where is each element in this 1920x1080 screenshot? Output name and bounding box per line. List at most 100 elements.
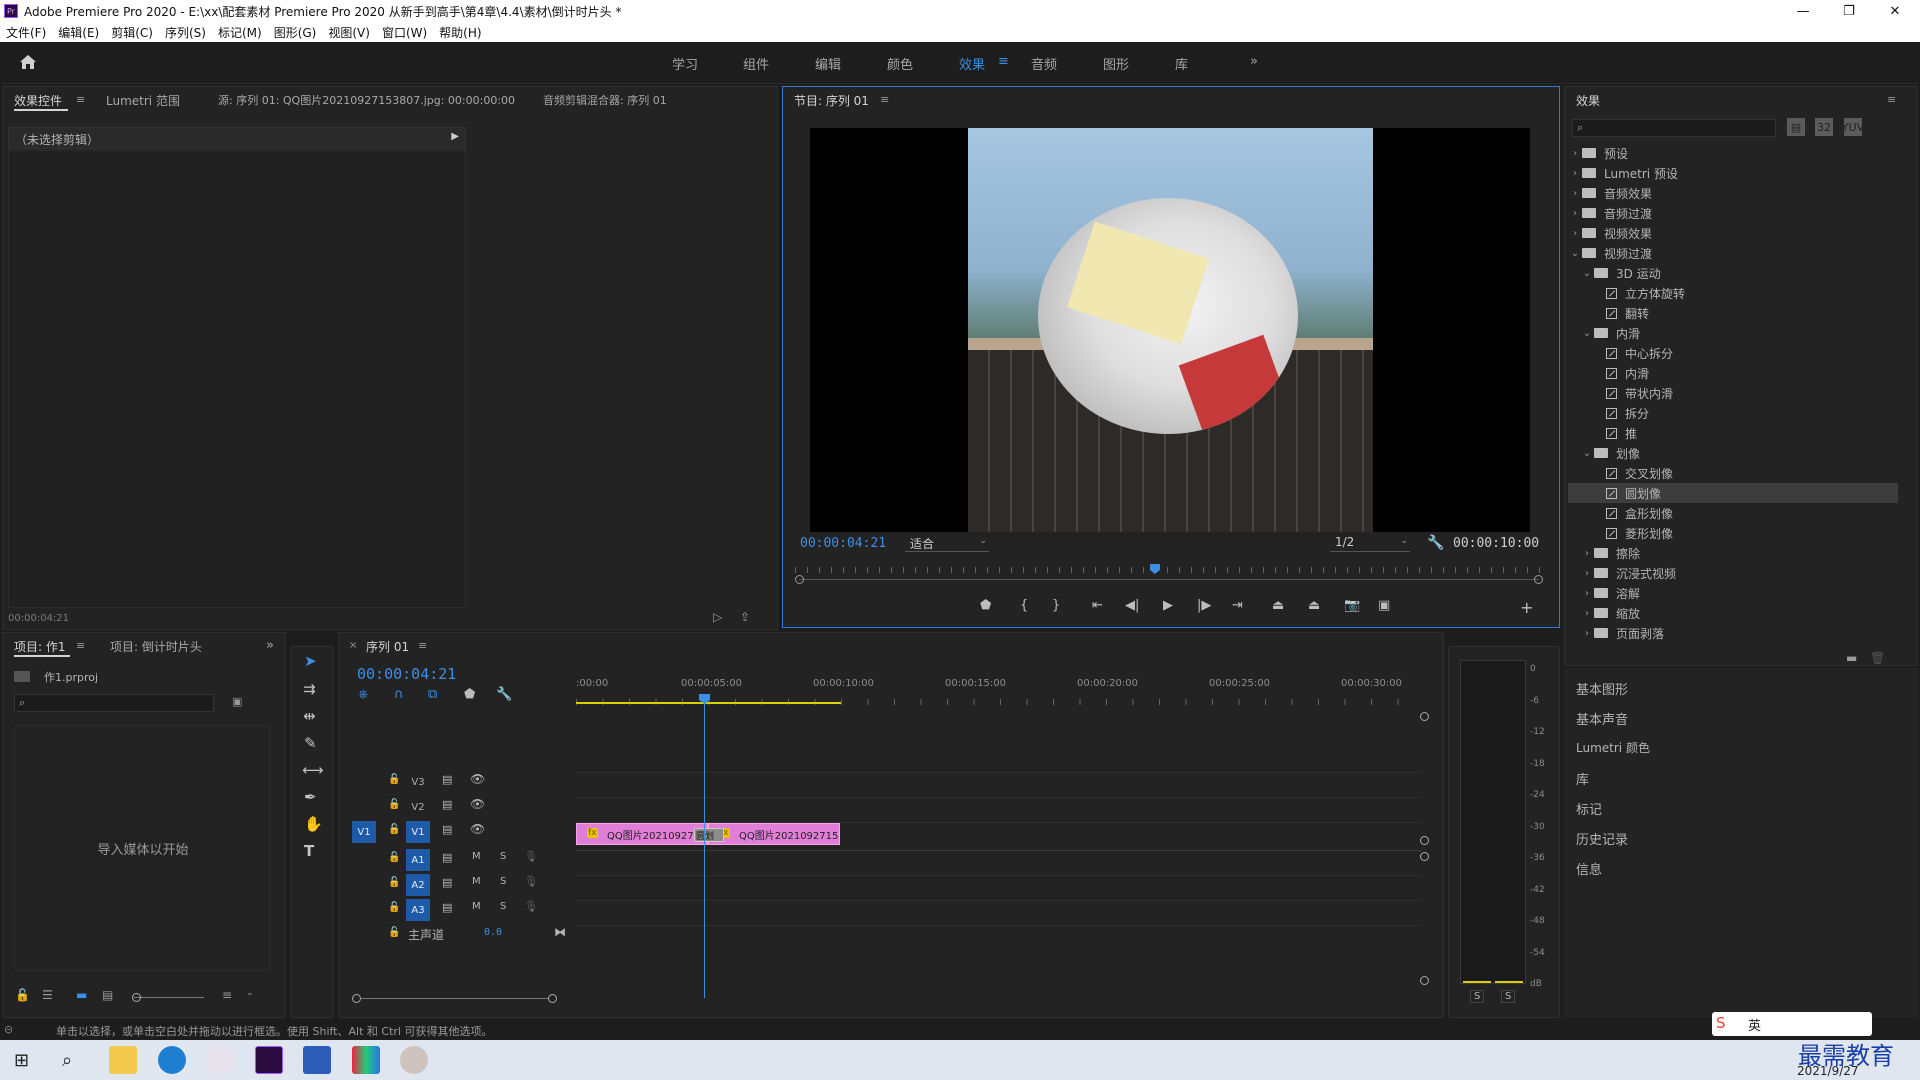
list-view-icon[interactable]: ☰: [42, 988, 53, 1002]
chevron-right-icon[interactable]: ›: [1568, 228, 1582, 239]
go-to-out-icon[interactable]: ⇥: [1232, 598, 1243, 613]
sync-lock-icon[interactable]: ▤: [442, 773, 452, 786]
panel-history[interactable]: 历史记录: [1576, 829, 1628, 848]
panel-essential-sound[interactable]: 基本声音: [1576, 709, 1628, 728]
zoom-slider-handle[interactable]: [132, 993, 141, 1002]
chevron-right-icon[interactable]: ›: [1580, 568, 1594, 579]
scroll-handle-right[interactable]: [548, 994, 557, 1003]
panel-libraries[interactable]: 库: [1576, 769, 1589, 788]
fit-dropdown[interactable]: 适合 ⌄: [905, 534, 989, 552]
screen-capture-icon[interactable]: [207, 1046, 235, 1074]
edge-browser-icon[interactable]: [158, 1046, 186, 1074]
menu-file[interactable]: 文件(F): [0, 24, 52, 41]
home-icon[interactable]: [18, 52, 38, 72]
lock-icon[interactable]: 🔓: [15, 988, 30, 1002]
effects-search-input[interactable]: ⌕: [1572, 119, 1776, 137]
sync-lock-icon[interactable]: ▤: [442, 851, 452, 864]
tab-project-2[interactable]: 项目: 倒计时片头: [110, 638, 202, 655]
add-marker-icon[interactable]: ⬟: [464, 687, 475, 702]
effect-item[interactable]: 立方体旋转: [1568, 283, 1898, 303]
effects-folder[interactable]: › Lumetri 预设: [1568, 163, 1898, 183]
effects-folder[interactable]: › 擦除: [1568, 543, 1898, 563]
ripple-edit-tool-icon[interactable]: ⇹: [303, 707, 316, 725]
effects-folder[interactable]: ⌄ 内滑: [1568, 323, 1898, 343]
linked-selection-icon[interactable]: ⧉: [428, 687, 437, 702]
chevron-down-icon[interactable]: ⌄: [1580, 268, 1594, 279]
step-back-icon[interactable]: ◀|: [1125, 598, 1139, 613]
project-media-area[interactable]: 导入媒体以开始: [14, 726, 270, 970]
project-menu-icon[interactable]: ≡: [76, 639, 85, 652]
effect-item[interactable]: 圆划像: [1568, 483, 1898, 503]
tab-effect-controls[interactable]: 效果控件: [14, 92, 62, 109]
chevron-right-icon[interactable]: ›: [1568, 188, 1582, 199]
effect-item[interactable]: 中心拆分: [1568, 343, 1898, 363]
effect-item[interactable]: 推: [1568, 423, 1898, 443]
menu-window[interactable]: 窗口(W): [376, 24, 433, 41]
menu-marker[interactable]: 标记(M): [212, 24, 268, 41]
close-sequence-icon[interactable]: ×: [349, 640, 357, 651]
compare-view-icon[interactable]: ▣: [1378, 598, 1390, 613]
effects-folder[interactable]: › 视频效果: [1568, 223, 1898, 243]
workspace-audio[interactable]: 音频: [1031, 54, 1057, 73]
zoom-handle-right[interactable]: [1534, 575, 1543, 584]
mic-icon[interactable]: 🎙: [524, 875, 538, 888]
close-button[interactable]: ✕: [1872, 0, 1918, 22]
tab-audio-clip-mixer[interactable]: 音频剪辑混合器: 序列 01: [543, 92, 667, 108]
track-lock-icon[interactable]: 🔓: [388, 927, 400, 938]
menu-graphics[interactable]: 图形(G): [268, 24, 323, 41]
chevron-right-icon[interactable]: ›: [1568, 148, 1582, 159]
panel-lumetri-color[interactable]: Lumetri 颜色: [1576, 739, 1650, 756]
eye-icon[interactable]: 👁: [470, 822, 485, 836]
track-name-a2[interactable]: A2: [406, 874, 430, 896]
program-scrubber[interactable]: [795, 562, 1543, 586]
export-icon[interactable]: ⇪: [740, 610, 750, 624]
effects-folder[interactable]: ⌄ 3D 运动: [1568, 263, 1898, 283]
effects-folder[interactable]: › 页面剥落: [1568, 623, 1898, 643]
hand-tool-icon[interactable]: ✋: [304, 815, 323, 833]
menu-sequence[interactable]: 序列(S): [159, 24, 212, 41]
selection-tool-icon[interactable]: ➤: [304, 652, 317, 670]
word-taskbar-icon[interactable]: [303, 1046, 331, 1074]
file-explorer-icon[interactable]: [109, 1046, 137, 1074]
premiere-taskbar-icon[interactable]: [255, 1046, 283, 1074]
add-button-icon[interactable]: +: [1520, 598, 1533, 617]
project-search-input[interactable]: ⌕: [14, 694, 214, 712]
track-name-v2[interactable]: V2: [406, 796, 430, 818]
chevron-down-icon[interactable]: ⌄: [1568, 248, 1582, 259]
chevron-right-icon[interactable]: ›: [1580, 548, 1594, 559]
zoom-bar[interactable]: [799, 579, 1539, 580]
solo-button[interactable]: S: [500, 851, 506, 862]
sogou-icon[interactable]: S: [1716, 1014, 1726, 1032]
program-current-timecode[interactable]: 00:00:04:21: [800, 536, 886, 551]
slip-tool-icon[interactable]: ⟷: [302, 761, 324, 779]
workspace-learn[interactable]: 学习: [672, 54, 698, 73]
type-tool-icon[interactable]: T: [304, 842, 314, 860]
accelerated-effects-icon[interactable]: ▤: [1787, 118, 1805, 136]
effect-item[interactable]: 翻转: [1568, 303, 1898, 323]
mark-out-icon[interactable]: }: [1052, 598, 1060, 613]
effect-item[interactable]: 菱形划像: [1568, 523, 1898, 543]
workspace-graphics[interactable]: 图形: [1103, 54, 1129, 73]
effect-item[interactable]: 带状内滑: [1568, 383, 1898, 403]
ime-language[interactable]: 英: [1748, 1015, 1761, 1034]
scroll-handle-mid[interactable]: [1420, 836, 1429, 845]
effect-item[interactable]: 内滑: [1568, 363, 1898, 383]
zoom-slider[interactable]: [134, 997, 204, 998]
video-clip-2[interactable]: fx QQ图片2021092715: [708, 823, 840, 845]
chevron-right-icon[interactable]: ›: [1580, 588, 1594, 599]
mute-button[interactable]: M: [472, 851, 481, 862]
solo-button[interactable]: S: [500, 876, 506, 887]
track-name-a3[interactable]: A3: [406, 899, 430, 921]
minimize-button[interactable]: —: [1780, 0, 1826, 22]
icon-view-icon[interactable]: ▬: [76, 988, 87, 1002]
effects-folder[interactable]: ⌄ 视频过渡: [1568, 243, 1898, 263]
timeline-menu-icon[interactable]: ≡: [418, 639, 427, 652]
sort-icon[interactable]: ≡: [222, 988, 232, 1002]
mute-button[interactable]: M: [472, 901, 481, 912]
panel-markers[interactable]: 标记: [1576, 799, 1602, 818]
mic-icon[interactable]: 🎙: [524, 850, 538, 863]
panel-essential-graphics[interactable]: 基本图形: [1576, 679, 1628, 698]
chevron-down-icon[interactable]: ⌄: [1580, 328, 1594, 339]
mark-in-icon[interactable]: {: [1020, 598, 1028, 613]
meter-solo-right[interactable]: S: [1501, 990, 1516, 1003]
